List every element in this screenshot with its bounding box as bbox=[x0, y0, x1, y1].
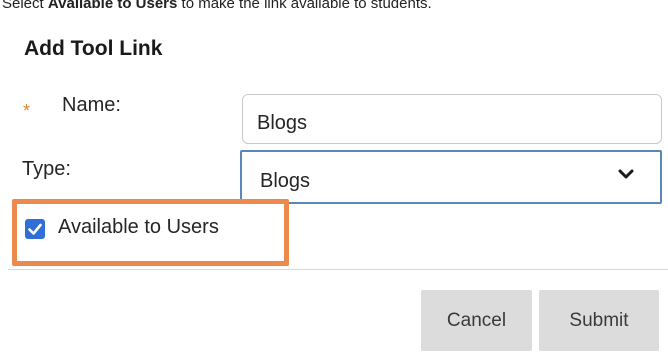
type-select-value: Blogs bbox=[260, 170, 311, 192]
divider bbox=[8, 269, 668, 270]
cancel-button[interactable]: Cancel bbox=[421, 290, 532, 351]
dialog-title: Add Tool Link bbox=[24, 37, 163, 60]
required-marker: * bbox=[23, 101, 31, 121]
chevron-down-icon bbox=[618, 169, 634, 179]
checkmark-icon bbox=[28, 223, 42, 235]
instruction-caption: Select Available to Users to make the li… bbox=[2, 0, 432, 13]
caption-prefix: Select bbox=[2, 0, 48, 12]
available-label[interactable]: Available to Users bbox=[58, 214, 219, 240]
available-checkbox[interactable] bbox=[25, 219, 45, 239]
caption-bold: Available to Users bbox=[47, 0, 178, 12]
type-label: Type: bbox=[22, 158, 71, 180]
caption-suffix: to make the link available to students. bbox=[177, 0, 432, 12]
name-input[interactable] bbox=[242, 94, 662, 144]
name-label: Name: bbox=[62, 94, 121, 116]
submit-button[interactable]: Submit bbox=[539, 290, 659, 351]
type-select[interactable]: Blogs bbox=[240, 150, 662, 204]
